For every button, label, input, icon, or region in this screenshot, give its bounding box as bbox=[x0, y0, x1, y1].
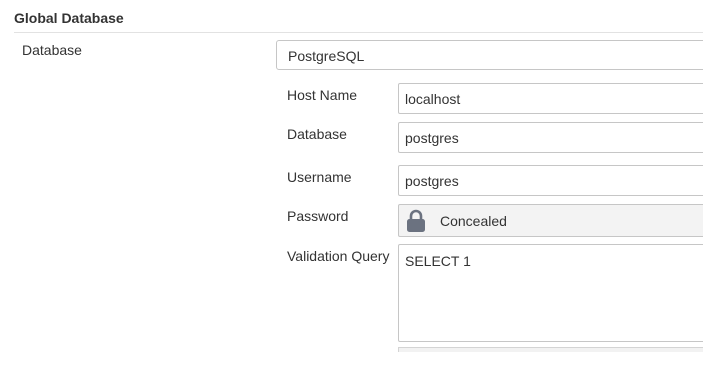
section-title: Global Database bbox=[14, 10, 124, 26]
password-label: Password bbox=[287, 208, 349, 224]
database-type-label: Database bbox=[22, 42, 82, 58]
username-value: postgres bbox=[405, 173, 459, 189]
database-name-label: Database bbox=[287, 126, 347, 142]
database-name-input[interactable]: postgres bbox=[398, 122, 703, 153]
host-name-label: Host Name bbox=[287, 87, 358, 103]
validation-query-value: SELECT 1 bbox=[405, 253, 471, 269]
host-name-value: localhost bbox=[405, 91, 461, 107]
password-field[interactable]: Concealed bbox=[398, 204, 703, 237]
database-name-value: postgres bbox=[405, 130, 459, 146]
username-input[interactable]: postgres bbox=[398, 165, 703, 196]
section-divider bbox=[14, 32, 703, 33]
validation-query-textarea[interactable]: SELECT 1 bbox=[398, 244, 703, 342]
global-database-form: Global Database Database PostgreSQL Host… bbox=[0, 0, 703, 386]
lock-icon bbox=[407, 209, 425, 232]
validation-query-label: Validation Query bbox=[287, 248, 390, 264]
textarea-resize-handle[interactable] bbox=[398, 347, 703, 352]
host-name-input[interactable]: localhost bbox=[398, 83, 703, 114]
database-type-select[interactable]: PostgreSQL bbox=[276, 40, 703, 70]
username-label: Username bbox=[287, 169, 352, 185]
database-type-selected-value: PostgreSQL bbox=[288, 48, 365, 64]
password-concealed-text: Concealed bbox=[440, 213, 507, 229]
